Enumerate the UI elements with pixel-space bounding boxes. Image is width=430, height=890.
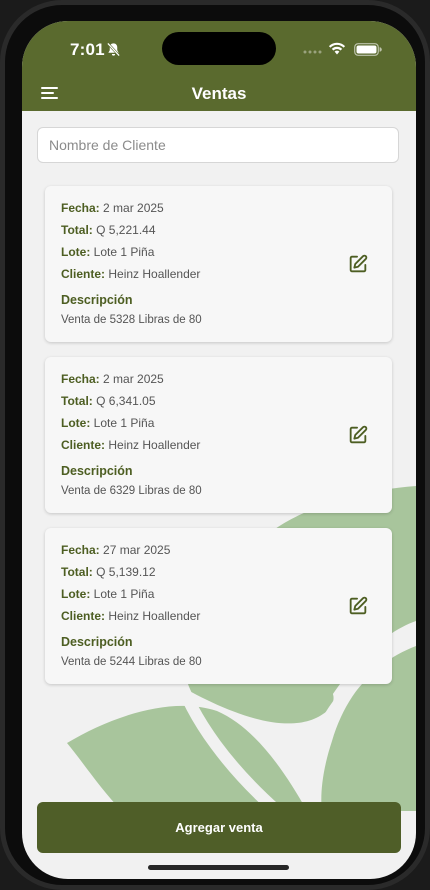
- sale-description: Venta de 5328 Libras de 80: [61, 314, 202, 326]
- date-label: Fecha:: [61, 372, 100, 386]
- sale-card: Fecha: 2 mar 2025 Total: Q 5,221.44 Lote…: [45, 186, 392, 342]
- sale-date-row: Fecha: 27 mar 2025: [61, 543, 170, 557]
- sale-lot: Lote 1 Piña: [93, 587, 155, 601]
- sale-total: Q 6,341.05: [96, 394, 156, 408]
- home-indicator[interactable]: [148, 865, 289, 870]
- sale-description: Venta de 6329 Libras de 80: [61, 485, 202, 497]
- cellular-signal-icon: [303, 50, 322, 54]
- wifi-icon: [328, 42, 346, 55]
- sale-date: 27 mar 2025: [103, 543, 171, 557]
- client-label: Cliente:: [61, 267, 106, 281]
- sale-client-row: Cliente: Heinz Hoallender: [61, 438, 200, 452]
- sale-client-row: Cliente: Heinz Hoallender: [61, 267, 200, 281]
- sale-client: Heinz Hoallender: [108, 438, 201, 452]
- sale-total-row: Total: Q 6,341.05: [61, 394, 156, 408]
- edit-icon[interactable]: [347, 424, 369, 446]
- sale-card: Fecha: 27 mar 2025 Total: Q 5,139.12 Lot…: [45, 528, 392, 684]
- sale-total: Q 5,221.44: [96, 223, 156, 237]
- sale-client: Heinz Hoallender: [108, 609, 201, 623]
- date-label: Fecha:: [61, 543, 100, 557]
- app-header: 7:01 Ventas: [22, 21, 416, 111]
- sale-client-row: Cliente: Heinz Hoallender: [61, 609, 200, 623]
- sale-date: 2 mar 2025: [103, 372, 164, 386]
- device-frame: 7:01 Ventas Nombre de Cliente Fecha: 2 m…: [0, 0, 430, 890]
- description-label: Descripción: [61, 464, 133, 478]
- description-label: Descripción: [61, 293, 133, 307]
- device-bezel: 7:01 Ventas Nombre de Cliente Fecha: 2 m…: [5, 5, 425, 885]
- lot-label: Lote:: [61, 245, 91, 259]
- edit-icon[interactable]: [347, 253, 369, 275]
- status-time: 7:01: [70, 40, 105, 59]
- client-search-input[interactable]: [37, 127, 399, 163]
- sale-date-row: Fecha: 2 mar 2025: [61, 372, 164, 386]
- sale-lot-row: Lote: Lote 1 Piña: [61, 587, 154, 601]
- sale-date: 2 mar 2025: [103, 201, 164, 215]
- sale-lot: Lote 1 Piña: [93, 245, 155, 259]
- total-label: Total:: [61, 394, 93, 408]
- sale-lot-row: Lote: Lote 1 Piña: [61, 245, 154, 259]
- sale-client: Heinz Hoallender: [108, 267, 201, 281]
- dynamic-island: [162, 32, 276, 65]
- sale-lot-row: Lote: Lote 1 Piña: [61, 416, 154, 430]
- battery-icon: [354, 43, 382, 56]
- description-label: Descripción: [61, 635, 133, 649]
- bell-off-icon: [106, 42, 121, 57]
- sale-lot: Lote 1 Piña: [93, 416, 155, 430]
- page-title: Ventas: [191, 84, 247, 103]
- sale-total: Q 5,139.12: [96, 565, 156, 579]
- sale-total-row: Total: Q 5,221.44: [61, 223, 156, 237]
- sale-total-row: Total: Q 5,139.12: [61, 565, 156, 579]
- total-label: Total:: [61, 223, 93, 237]
- sale-description: Venta de 5244 Libras de 80: [61, 656, 202, 668]
- edit-icon[interactable]: [347, 595, 369, 617]
- sale-card: Fecha: 2 mar 2025 Total: Q 6,341.05 Lote…: [45, 357, 392, 513]
- lot-label: Lote:: [61, 416, 91, 430]
- client-label: Cliente:: [61, 609, 106, 623]
- sale-date-row: Fecha: 2 mar 2025: [61, 201, 164, 215]
- lot-label: Lote:: [61, 587, 91, 601]
- app-screen: 7:01 Ventas Nombre de Cliente Fecha: 2 m…: [22, 21, 416, 879]
- total-label: Total:: [61, 565, 93, 579]
- date-label: Fecha:: [61, 201, 100, 215]
- add-sale-button[interactable]: Agregar venta: [37, 802, 401, 853]
- client-label: Cliente:: [61, 438, 106, 452]
